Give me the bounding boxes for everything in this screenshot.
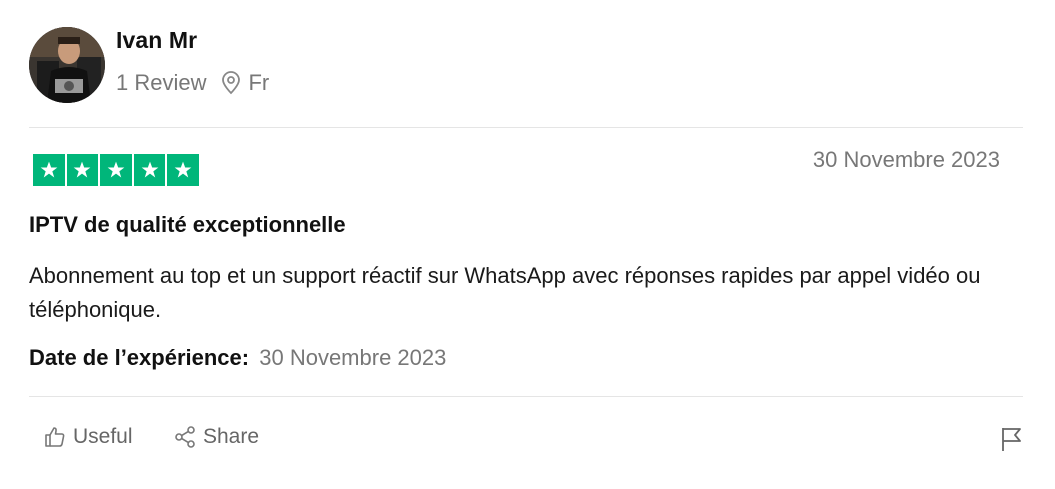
star-icon: [133, 154, 166, 186]
star-icon: [33, 154, 65, 186]
review-title[interactable]: IPTV de qualité exceptionnelle: [29, 212, 346, 238]
experience-date-value: 30 Novembre 2023: [259, 345, 447, 370]
review-card: Ivan Mr 1 Review Fr 30 Novembre 2023 IPT…: [0, 0, 1055, 489]
divider: [29, 127, 1023, 128]
flag-icon[interactable]: [999, 425, 1025, 453]
share-icon: [175, 426, 195, 448]
avatar[interactable]: [29, 27, 105, 103]
star-icon: [100, 154, 132, 186]
review-date: 30 Novembre 2023: [812, 147, 1000, 172]
share-label: Share: [203, 425, 260, 448]
star-icon: [66, 154, 99, 186]
divider: [29, 396, 1023, 397]
reviewer-meta: 1 Review Fr: [116, 70, 269, 96]
share-button[interactable]: Share: [173, 425, 259, 449]
review-body: Abonnement au top et un support réactif …: [29, 263, 981, 322]
reviewer-name[interactable]: Ivan Mr: [116, 27, 197, 54]
experience-date: Date de l’expérience: 30 Novembre 2023: [29, 345, 446, 371]
avatar-image: [29, 27, 105, 103]
experience-date-label: Date de l’expérience:: [29, 345, 250, 370]
star-rating: [33, 154, 199, 186]
star-icon: [167, 154, 199, 186]
review-count: 1 Review: [116, 70, 207, 95]
location-pin-icon: [220, 71, 242, 95]
reviewer-location: Fr: [248, 70, 270, 95]
thumbs-up-icon: [45, 427, 65, 447]
useful-button[interactable]: Useful: [43, 425, 133, 449]
useful-label: Useful: [73, 425, 133, 448]
